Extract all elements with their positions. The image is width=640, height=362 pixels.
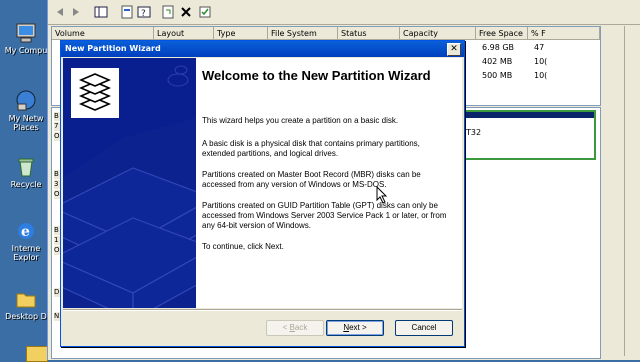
wizard-paragraph: To continue, click Next. bbox=[202, 242, 284, 251]
button-text: Cancel bbox=[411, 323, 437, 332]
desktop-icon-internet-explorer[interactable]: e Interne Explor bbox=[4, 220, 48, 262]
desktop-icon-label: Explor bbox=[13, 253, 39, 262]
forward-arrow-icon[interactable] bbox=[69, 5, 83, 19]
desktop-icon-desktop[interactable]: Desktop D bbox=[4, 288, 48, 321]
column-header-percent-free[interactable]: % F bbox=[528, 27, 600, 40]
wizard-paragraph: This wizard helps you create a partition… bbox=[202, 116, 399, 125]
checklist-icon[interactable] bbox=[198, 5, 212, 19]
desktop-icon-label: Desktop D bbox=[5, 312, 47, 321]
disk-stack-illustration bbox=[63, 65, 196, 308]
computer-icon bbox=[15, 22, 37, 44]
cancel-button[interactable]: Cancel bbox=[395, 320, 453, 336]
percent-free-cell: 47 bbox=[534, 43, 545, 52]
button-text: ack bbox=[294, 323, 308, 332]
desktop-icon-my-computer[interactable]: My Compu bbox=[4, 22, 48, 55]
column-header-status[interactable]: Status bbox=[338, 27, 400, 40]
help-icon[interactable]: ? bbox=[137, 5, 151, 19]
column-header-file-system[interactable]: File System bbox=[268, 27, 338, 40]
dialog-title: New Partition Wizard bbox=[65, 44, 161, 53]
svg-text:e: e bbox=[21, 224, 30, 240]
refresh-icon[interactable] bbox=[161, 5, 175, 19]
delete-icon[interactable] bbox=[179, 5, 193, 19]
wizard-content: Welcome to the New Partition Wizard This… bbox=[196, 58, 462, 308]
desktop-icon-label: Recycle bbox=[10, 180, 42, 189]
next-button[interactable]: Next > bbox=[326, 320, 384, 336]
volume-box[interactable]: T32 bbox=[462, 110, 596, 160]
column-header-capacity[interactable]: Capacity bbox=[400, 27, 476, 40]
desktop-icon-label: My Compu bbox=[4, 46, 48, 55]
desktop-icon-my-network-places[interactable]: My Netw Places bbox=[4, 90, 48, 132]
wizard-heading: Welcome to the New Partition Wizard bbox=[202, 68, 431, 83]
console-tree-icon[interactable] bbox=[94, 5, 108, 19]
internet-explorer-icon: e bbox=[15, 220, 37, 242]
free-space-cell: 402 MB bbox=[482, 57, 513, 66]
column-header-layout[interactable]: Layout bbox=[154, 27, 214, 40]
button-text: < bbox=[282, 323, 290, 332]
close-button[interactable]: ✕ bbox=[447, 43, 461, 56]
wizard-paragraph: Partitions created on GUID Partition Tab… bbox=[202, 201, 447, 230]
properties-icon[interactable] bbox=[120, 5, 134, 19]
volume-fs-fragment: T32 bbox=[466, 128, 482, 137]
back-arrow-icon[interactable] bbox=[53, 5, 67, 19]
dialog-title-bar: New Partition Wizard ✕ bbox=[61, 41, 464, 57]
new-partition-wizard-dialog: New Partition Wizard ✕ Welcome to the Ne… bbox=[60, 40, 465, 347]
desktop-icon-label: My Netw bbox=[8, 114, 44, 123]
column-header-free-space[interactable]: Free Space bbox=[476, 27, 528, 40]
wizard-paragraph: Partitions created on Master Boot Record… bbox=[202, 170, 421, 189]
wizard-side-panel bbox=[63, 58, 196, 308]
back-button[interactable]: < Back bbox=[266, 320, 324, 336]
volume-header-bar bbox=[464, 112, 594, 118]
recycle-bin-icon bbox=[15, 156, 37, 178]
desktop-icon-label: Places bbox=[13, 123, 39, 132]
desktop-icon-label: Interne bbox=[11, 244, 41, 253]
free-space-cell: 500 MB bbox=[482, 71, 513, 80]
column-header-type[interactable]: Type bbox=[214, 27, 268, 40]
free-space-cell: 6.98 GB bbox=[482, 43, 515, 52]
vertical-scrollbar[interactable] bbox=[624, 26, 640, 356]
percent-free-cell: 10( bbox=[534, 71, 548, 80]
button-separator bbox=[63, 309, 462, 311]
desktop-icon-recycle-bin[interactable]: Recycle bbox=[4, 156, 48, 189]
network-icon bbox=[15, 90, 37, 112]
close-icon: ✕ bbox=[450, 44, 458, 54]
column-header-volume[interactable]: Volume bbox=[52, 27, 154, 40]
wizard-paragraph: A basic disk is a physical disk that con… bbox=[202, 139, 420, 158]
mouse-pointer-icon bbox=[376, 185, 388, 206]
percent-free-cell: 10( bbox=[534, 57, 548, 66]
svg-text:?: ? bbox=[141, 9, 146, 19]
folder-icon bbox=[15, 288, 37, 310]
toolbar: ? bbox=[48, 0, 640, 25]
button-text: ext > bbox=[349, 323, 367, 332]
